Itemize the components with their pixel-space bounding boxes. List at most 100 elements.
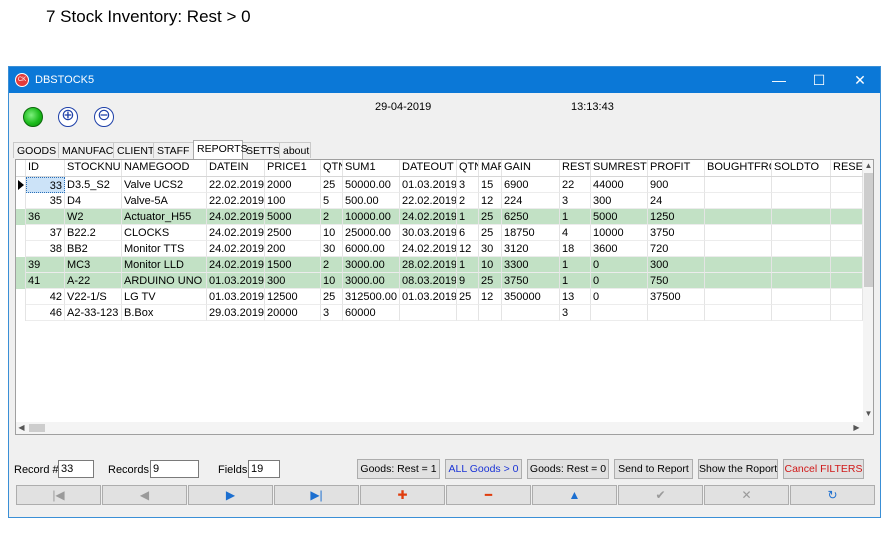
column-header-stocknum[interactable]: STOCKNUM [65, 160, 122, 176]
cell-mar[interactable] [479, 305, 502, 321]
cell-profit[interactable]: 720 [648, 241, 705, 257]
cell-mar[interactable]: 30 [479, 241, 502, 257]
cell-dateout[interactable]: 08.03.2019 [400, 273, 457, 289]
column-header-rese[interactable]: RESE [831, 160, 863, 176]
cell-mar[interactable]: 25 [479, 209, 502, 225]
cell-namegood[interactable]: Monitor TTS [122, 241, 207, 257]
cell-rese[interactable] [831, 193, 863, 209]
cell-dateout[interactable]: 24.02.2019 [400, 241, 457, 257]
cell-namegood[interactable]: ARDUINO UNO R3 [122, 273, 207, 289]
cell-sumrest[interactable]: 0 [591, 273, 648, 289]
cell-rese[interactable] [831, 177, 863, 193]
table-row[interactable]: 33 D3.5_S2 Valve UCS2 22.02.2019 2000 25 50000… [16, 177, 863, 193]
cell-dateout[interactable]: 28.02.2019 [400, 257, 457, 273]
column-header-profit[interactable]: PROFIT [648, 160, 705, 176]
column-header-datein[interactable]: DATEIN [207, 160, 265, 176]
cell-qtn[interactable]: 25 [321, 289, 343, 305]
cell-sum1[interactable]: 50000.00 [343, 177, 400, 193]
vertical-scroll-thumb[interactable] [864, 173, 873, 287]
cell-stocknum[interactable]: BB2 [65, 241, 122, 257]
table-row[interactable]: 37 B22.2 CLOCKS 24.02.2019 2500 10 25000.00 30.… [16, 225, 863, 241]
refresh-icon[interactable]: ↻ [790, 485, 875, 505]
cell-gain[interactable] [502, 305, 560, 321]
cell-dateout[interactable]: 22.02.2019 [400, 193, 457, 209]
cell-rese[interactable] [831, 305, 863, 321]
delete-record-icon[interactable]: ━ [446, 485, 531, 505]
cell-sumrest[interactable] [591, 305, 648, 321]
cell-id[interactable]: 39 [26, 257, 65, 273]
cell-sumrest[interactable]: 0 [591, 289, 648, 305]
tab-about[interactable]: about [279, 142, 311, 158]
cell-profit[interactable] [648, 305, 705, 321]
cell-stocknum[interactable]: B22.2 [65, 225, 122, 241]
cell-soldto[interactable] [772, 257, 831, 273]
column-header-gain[interactable]: GAIN [502, 160, 560, 176]
cell-profit[interactable]: 900 [648, 177, 705, 193]
cell-boughtfrom[interactable] [705, 305, 772, 321]
column-header-soldto[interactable]: SOLDTO [772, 160, 831, 176]
cell-qtn[interactable]: 3 [321, 305, 343, 321]
cell-rese[interactable] [831, 209, 863, 225]
column-header-dateout[interactable]: DATEOUT [400, 160, 457, 176]
cell-sumrest[interactable]: 10000 [591, 225, 648, 241]
horizontal-scrollbar[interactable]: ◀ ▶ [16, 422, 863, 434]
cell-dateout[interactable] [400, 305, 457, 321]
cell-datein[interactable]: 01.03.2019 [207, 273, 265, 289]
record-number-field[interactable]: 33 [58, 460, 94, 478]
cell-boughtfrom[interactable] [705, 209, 772, 225]
post-record-icon[interactable]: ✔ [618, 485, 703, 505]
cell-stocknum[interactable]: D4 [65, 193, 122, 209]
cell-price1[interactable]: 12500 [265, 289, 321, 305]
cell-dateout[interactable]: 01.03.2019 [400, 289, 457, 305]
add-circle-icon[interactable]: ⊕ [58, 107, 78, 127]
cell-soldto[interactable] [772, 305, 831, 321]
table-row[interactable]: 36 W2 Actuator_H55 24.02.2019 5000 2 10000.00 2… [16, 209, 863, 225]
cell-soldto[interactable] [772, 177, 831, 193]
cell-gain[interactable]: 6900 [502, 177, 560, 193]
column-header-id[interactable]: ID [26, 160, 65, 176]
cell-boughtfrom[interactable] [705, 177, 772, 193]
column-header-price1[interactable]: PRICE1 [265, 160, 321, 176]
cell-mar[interactable]: 12 [479, 193, 502, 209]
cell-stocknum[interactable]: V22-1/S [65, 289, 122, 305]
cell-sum1[interactable]: 6000.00 [343, 241, 400, 257]
cell-qtn[interactable]: 5 [321, 193, 343, 209]
table-row[interactable]: 35 D4 Valve-5A 22.02.2019 100 5 500.00 22.02.20… [16, 193, 863, 209]
cell-qtn-out[interactable]: 2 [457, 193, 479, 209]
cell-price1[interactable]: 20000 [265, 305, 321, 321]
cell-boughtfrom[interactable] [705, 225, 772, 241]
cell-qtn[interactable]: 10 [321, 273, 343, 289]
column-header-qtn-out[interactable]: QTN [457, 160, 479, 176]
cell-sum1[interactable]: 3000.00 [343, 257, 400, 273]
cell-boughtfrom[interactable] [705, 193, 772, 209]
records-count-field[interactable]: 9 [150, 460, 199, 478]
tab-setts[interactable]: SETTS [242, 142, 280, 158]
cell-restq[interactable]: 1 [560, 257, 591, 273]
cell-gain[interactable]: 350000 [502, 289, 560, 305]
table-row[interactable]: 39 MC3 Monitor LLD 24.02.2019 1500 2 3000.00 28… [16, 257, 863, 273]
cell-restq[interactable]: 3 [560, 193, 591, 209]
cell-id[interactable]: 33 [26, 177, 65, 193]
scroll-up-icon[interactable]: ▲ [863, 160, 873, 172]
cancel-record-icon[interactable]: ✕ [704, 485, 789, 505]
column-header-qtn[interactable]: QTN [321, 160, 343, 176]
cell-price1[interactable]: 200 [265, 241, 321, 257]
cell-sum1[interactable]: 3000.00 [343, 273, 400, 289]
cell-soldto[interactable] [772, 209, 831, 225]
cell-qtn[interactable]: 30 [321, 241, 343, 257]
column-header-restq[interactable]: RESTQ [560, 160, 591, 176]
cell-datein[interactable]: 01.03.2019 [207, 289, 265, 305]
cell-gain[interactable]: 6250 [502, 209, 560, 225]
table-row[interactable]: 46 A2-33-123 B.Box 29.03.2019 20000 3 60000 3 [16, 305, 863, 321]
cell-price1[interactable]: 300 [265, 273, 321, 289]
cell-stocknum[interactable]: A-22 [65, 273, 122, 289]
cell-rese[interactable] [831, 257, 863, 273]
cell-id[interactable]: 38 [26, 241, 65, 257]
cell-restq[interactable]: 4 [560, 225, 591, 241]
cell-restq[interactable]: 13 [560, 289, 591, 305]
cell-gain[interactable]: 224 [502, 193, 560, 209]
cell-soldto[interactable] [772, 241, 831, 257]
column-header-mar[interactable]: MAR [479, 160, 502, 176]
cell-qtn-out[interactable]: 3 [457, 177, 479, 193]
cell-sumrest[interactable]: 5000 [591, 209, 648, 225]
